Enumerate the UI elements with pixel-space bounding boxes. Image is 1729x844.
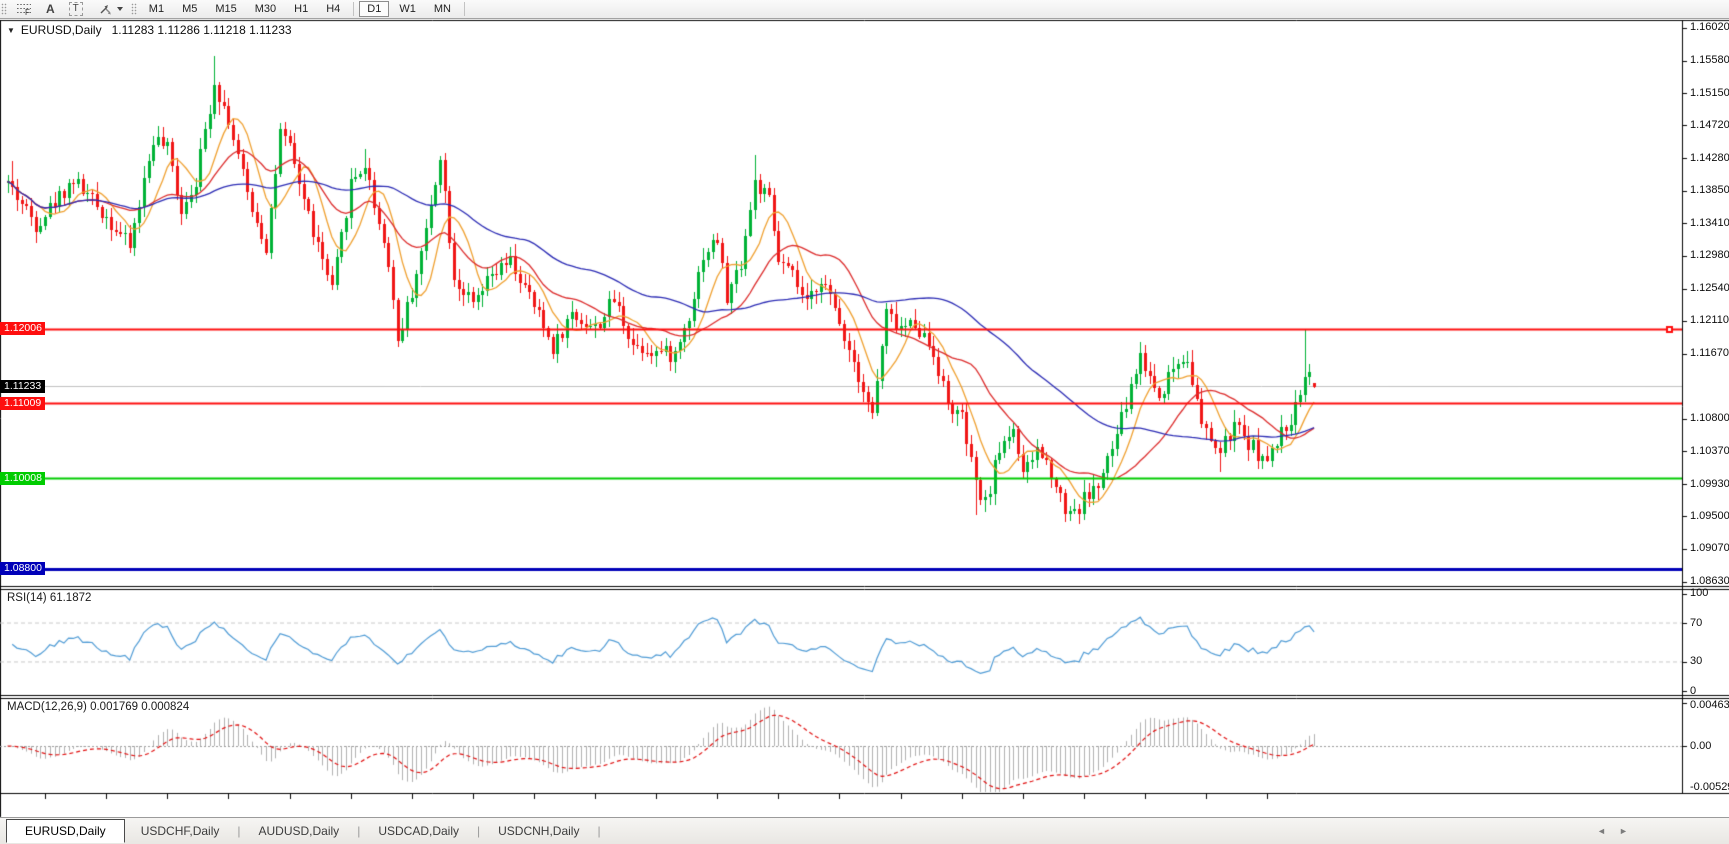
fibonacci-lines-icon: F (17, 4, 31, 16)
timeframe-button-m1[interactable]: M1 (141, 1, 172, 17)
chart-tab-usdcnh[interactable]: USDCNH,Daily (482, 820, 595, 842)
trading-terminal-window: F A T M1 M5 M15 M30 H1 H4 D1 W1 MN ▼ EURUSD,Dail… (0, 0, 1729, 844)
svg-text:F: F (25, 8, 30, 16)
toolbar-separator (463, 2, 465, 16)
timeframe-button-d1[interactable]: D1 (359, 1, 390, 17)
tab-separator: | (357, 824, 361, 838)
tab-scroll-left-icon[interactable]: ◄ (1597, 825, 1606, 837)
timeframe-button-mn[interactable]: MN (426, 1, 459, 17)
tab-scroll-right-icon[interactable]: ► (1619, 825, 1628, 837)
timeframe-button-h1[interactable]: H1 (286, 1, 316, 17)
timeframe-button-w1[interactable]: W1 (391, 1, 424, 17)
tab-separator: | (477, 824, 481, 838)
arrows-icon (100, 4, 111, 14)
top-toolbar: F A T M1 M5 M15 M30 H1 H4 D1 W1 MN (0, 0, 1729, 19)
text-label-icon: T (68, 2, 83, 16)
fibonacci-tool-button[interactable]: F (13, 1, 36, 17)
chart-tab-usdchf[interactable]: USDCHF,Daily (125, 820, 236, 842)
timeframe-button-group: M1 M5 M15 M30 H1 H4 D1 W1 MN (140, 1, 469, 17)
chart-tabs: EURUSD,Daily USDCHF,Daily | AUDUSD,Daily | US… (0, 818, 603, 844)
text-tool-icon: A (46, 2, 55, 16)
tab-separator: | (237, 824, 241, 838)
timeframe-button-h4[interactable]: H4 (318, 1, 348, 17)
toolbar-drag-handle[interactable] (130, 3, 137, 15)
label-tool-button[interactable]: T (65, 1, 87, 17)
text-tool-button[interactable]: A (42, 1, 59, 17)
tab-separator: | (597, 824, 601, 838)
timeframe-button-m5[interactable]: M5 (174, 1, 205, 17)
toolbar-drag-handle[interactable] (1, 3, 7, 15)
chart-tab-bar: EURUSD,Daily USDCHF,Daily | AUDUSD,Daily | US… (0, 817, 1729, 844)
chart-tab-audusd[interactable]: AUDUSD,Daily (243, 820, 356, 842)
toolbar-separator (353, 2, 355, 16)
chart-canvas[interactable] (0, 0, 1729, 844)
timeframe-button-m30[interactable]: M30 (247, 1, 284, 17)
chevron-down-icon (116, 7, 123, 11)
timeframe-button-m15[interactable]: M15 (207, 1, 244, 17)
chart-tab-usdcad[interactable]: USDCAD,Daily (362, 820, 475, 842)
chart-tab-eurusd[interactable]: EURUSD,Daily (6, 819, 125, 843)
arrows-tool-button[interactable] (93, 1, 127, 17)
